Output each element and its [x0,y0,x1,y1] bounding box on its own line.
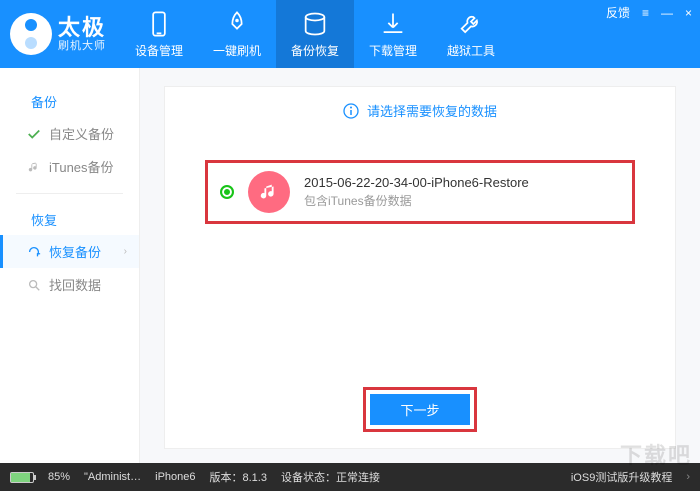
sidebar-item-custom-backup[interactable]: 自定义备份 [0,117,139,150]
highlight-box: 下一步 [363,387,476,432]
content-area: 请选择需要恢复的数据 2015-06-22-20-34-00-iPhone6-R… [140,68,700,463]
tab-label: 备份恢复 [291,42,339,59]
tab-downloads[interactable]: 下载管理 [354,0,432,68]
main-area: 备份 自定义备份 iTunes备份 恢复 恢复备份 › 找回数据 [0,68,700,463]
phone-icon [145,10,173,38]
tab-backup-restore[interactable]: 备份恢复 [276,0,354,68]
minimize-button[interactable]: — [661,6,673,20]
itunes-badge-icon [248,171,290,213]
restore-panel: 请选择需要恢复的数据 2015-06-22-20-34-00-iPhone6-R… [164,86,676,449]
sidebar-item-label: 找回数据 [49,275,101,294]
sidebar-group-backup: 备份 [0,86,139,117]
backup-title: 2015-06-22-20-34-00-iPhone6-Restore [304,175,529,190]
sidebar-item-label: 恢复备份 [49,242,101,261]
search-data-icon [27,278,41,292]
info-text: 请选择需要恢复的数据 [367,101,497,120]
backup-text: 2015-06-22-20-34-00-iPhone6-Restore 包含iT… [304,175,529,209]
tab-jailbreak[interactable]: 越狱工具 [432,0,510,68]
sidebar-item-recover-data[interactable]: 找回数据 [0,268,139,301]
wrench-icon [457,10,485,38]
backup-item[interactable]: 2015-06-22-20-34-00-iPhone6-Restore 包含iT… [205,160,635,224]
rocket-icon [223,10,251,38]
brand-subtitle: 刷机大师 [58,40,106,52]
sidebar-item-restore-backup[interactable]: 恢复备份 › [0,235,139,268]
sidebar: 备份 自定义备份 iTunes备份 恢复 恢复备份 › 找回数据 [0,68,140,463]
radio-selected-icon[interactable] [220,185,234,199]
check-icon [27,127,41,141]
chevron-right-icon: › [686,471,690,483]
disc-icon [301,10,329,38]
menu-button[interactable]: ≡ [642,6,649,20]
status-connection: 设备状态：正常连接 [281,469,380,485]
download-icon [379,10,407,38]
tab-flash[interactable]: 一键刷机 [198,0,276,68]
info-message: 请选择需要恢复的数据 [165,87,675,130]
status-device: iPhone6 [155,471,195,483]
sidebar-separator [16,193,123,194]
feedback-link[interactable]: 反馈 [606,6,630,20]
music-note-icon [27,160,41,174]
tab-label: 设备管理 [135,42,183,59]
app-header: 太极 刷机大师 设备管理 一键刷机 备份恢复 下载管理 越狱工具 反馈 ≡ — … [0,0,700,68]
tab-device-manage[interactable]: 设备管理 [120,0,198,68]
close-button[interactable]: × [685,6,692,20]
sidebar-item-label: 自定义备份 [49,124,114,143]
main-tabs: 设备管理 一键刷机 备份恢复 下载管理 越狱工具 [120,0,510,68]
next-button-area: 下一步 [165,387,675,432]
battery-icon [10,472,34,483]
logo-icon [10,13,52,55]
app-logo: 太极 刷机大师 [0,0,120,68]
status-bar: 85% "Administ… iPhone6 版本：8.1.3 设备状态：正常连… [0,463,700,491]
sidebar-group-restore: 恢复 [0,204,139,235]
tab-label: 下载管理 [369,42,417,59]
next-button[interactable]: 下一步 [370,394,469,425]
tab-label: 一键刷机 [213,42,261,59]
refresh-icon [27,245,41,259]
sidebar-item-label: iTunes备份 [49,157,114,176]
battery-percent: 85% [48,471,70,483]
status-user: "Administ… [84,471,141,483]
window-controls: 反馈 ≡ — × [606,0,700,68]
brand-name: 太极 [58,16,106,40]
sidebar-item-itunes-backup[interactable]: iTunes备份 [0,150,139,183]
chevron-right-icon: › [124,246,127,257]
tab-label: 越狱工具 [447,42,495,59]
status-promo-link[interactable]: iOS9测试版升级教程 [571,469,672,485]
status-version: 版本：8.1.3 [210,469,267,485]
info-icon [343,103,359,119]
backup-subtitle: 包含iTunes备份数据 [304,192,529,209]
